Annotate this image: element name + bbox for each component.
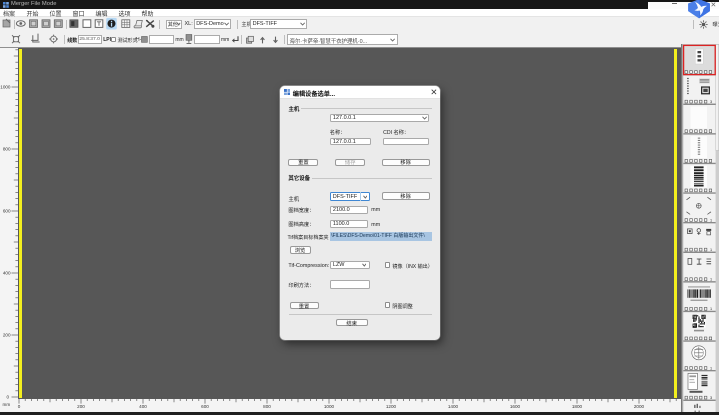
svg-text:800: 800	[263, 404, 271, 409]
svg-text:600: 600	[201, 404, 209, 409]
svg-text:1: 1	[710, 218, 712, 222]
svg-text:1000: 1000	[324, 404, 335, 409]
svg-text:1800: 1800	[572, 404, 583, 409]
svg-text:1: 1	[710, 366, 712, 370]
svg-text:1000: 1000	[0, 84, 11, 89]
svg-text:2000: 2000	[634, 404, 645, 409]
svg-text:200: 200	[77, 404, 85, 409]
svg-text:800: 800	[3, 146, 11, 151]
svg-text:mm: mm	[3, 402, 11, 407]
svg-text:200: 200	[3, 332, 11, 337]
svg-text:3: 3	[710, 396, 712, 400]
svg-text:1600: 1600	[510, 404, 521, 409]
svg-text:1: 1	[710, 278, 712, 282]
svg-text:1: 1	[710, 307, 712, 311]
svg-text:1: 1	[710, 248, 712, 252]
svg-text:3: 3	[710, 100, 712, 104]
svg-text:0: 0	[18, 404, 21, 409]
svg-text:400: 400	[3, 270, 11, 275]
svg-text:1200: 1200	[386, 404, 397, 409]
svg-text:1400: 1400	[448, 404, 459, 409]
svg-text:600: 600	[3, 208, 11, 213]
svg-text:400: 400	[139, 404, 147, 409]
